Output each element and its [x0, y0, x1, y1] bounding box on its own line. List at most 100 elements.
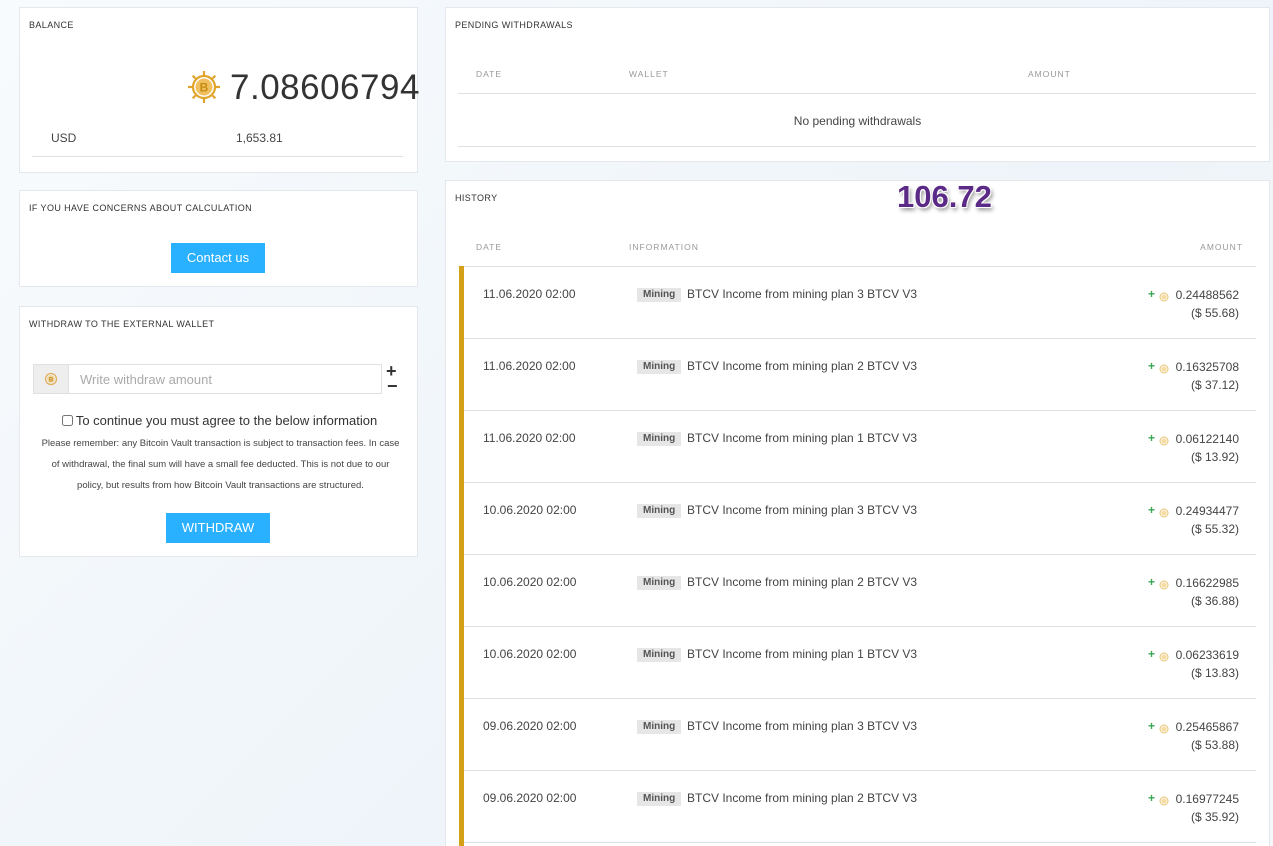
history-date: 10.06.2020 02:00	[483, 503, 577, 517]
decrease-amount-button[interactable]: −	[387, 377, 398, 395]
agree-label: To continue you must agree to the below …	[75, 413, 378, 428]
history-usd: ($ 55.68)	[1190, 306, 1239, 320]
history-row: 11.06.2020 02:00 Mining BTCV Income from m…	[464, 267, 1256, 339]
history-row: 10.06.2020 02:00 Mining BTCV Income from m…	[464, 627, 1256, 699]
balance-title: BALANCE	[29, 20, 74, 30]
bitcoin-vault-icon	[1159, 361, 1169, 379]
divider	[458, 146, 1256, 147]
bitcoin-vault-icon: B	[44, 372, 58, 386]
balance-card: BALANCE B 7.08606794 USD 1,653.81	[19, 7, 420, 173]
column-header-information: INFORMATION	[629, 242, 699, 252]
history-usd: ($ 13.92)	[1190, 450, 1239, 464]
bitcoin-vault-icon	[1159, 505, 1169, 523]
history-row: 10.06.2020 02:00 Mining BTCV Income from m…	[464, 555, 1256, 627]
plus-icon: +	[1147, 359, 1155, 373]
history-usd: ($ 13.83)	[1190, 666, 1239, 680]
mining-badge: Mining	[637, 720, 682, 734]
history-amount: 0.16977245	[1175, 792, 1239, 806]
pending-empty-message: No pending withdrawals	[793, 114, 922, 128]
divider	[458, 93, 1256, 94]
history-usd: ($ 36.88)	[1190, 594, 1239, 608]
plus-icon: +	[1147, 647, 1155, 661]
history-amount: 0.06233619	[1175, 648, 1239, 662]
bitcoin-vault-icon	[1159, 721, 1169, 739]
agree-row: To continue you must agree to the below …	[20, 413, 419, 428]
history-date: 10.06.2020 02:00	[483, 647, 577, 661]
usd-value: 1,653.81	[236, 131, 283, 145]
history-date: 09.06.2020 02:00	[483, 791, 577, 805]
agree-checkbox[interactable]	[61, 415, 73, 426]
plus-icon: +	[1147, 719, 1155, 733]
column-header-date: DATE	[476, 242, 503, 252]
withdraw-button[interactable]: WITHDRAW	[166, 513, 270, 543]
coin-addon: B	[34, 365, 69, 393]
pending-withdrawals-card: PENDING WITHDRAWALS DATE WALLET AMOUNT N…	[445, 7, 1270, 162]
contact-us-button[interactable]: Contact us	[171, 243, 265, 273]
pending-title: PENDING WITHDRAWALS	[455, 20, 573, 30]
history-info: BTCV Income from mining plan 3 BTCV V3	[687, 287, 918, 301]
history-info: BTCV Income from mining plan 3 BTCV V3	[687, 719, 918, 733]
column-header-date: DATE	[476, 69, 503, 79]
usd-label: USD	[51, 131, 77, 145]
plus-icon: +	[1147, 431, 1155, 445]
fee-notice: Please remember: any Bitcoin Vault trans…	[41, 438, 400, 491]
history-info: BTCV Income from mining plan 3 BTCV V3	[687, 503, 918, 517]
bitcoin-vault-icon	[1159, 577, 1169, 595]
history-usd: ($ 37.12)	[1190, 378, 1239, 392]
history-title: HISTORY	[455, 193, 498, 203]
withdraw-amount-input[interactable]	[70, 365, 380, 393]
bitcoin-vault-icon: B	[187, 70, 221, 104]
overlay-value: 106.72	[897, 179, 992, 214]
history-amount: 0.24934477	[1175, 504, 1239, 518]
withdraw-card: WITHDRAW TO THE EXTERNAL WALLET B + − To…	[19, 306, 418, 557]
history-date: 11.06.2020 02:00	[483, 359, 576, 373]
usd-row: USD 1,653.81	[32, 126, 403, 157]
history-info: BTCV Income from mining plan 2 BTCV V3	[687, 575, 918, 589]
balance-amount: 7.08606794	[230, 68, 420, 107]
history-info: BTCV Income from mining plan 2 BTCV V3	[687, 791, 918, 805]
concerns-title: IF YOU HAVE CONCERNS ABOUT CALCULATION	[29, 203, 253, 213]
history-row: 11.06.2020 02:00 Mining BTCV Income from m…	[464, 339, 1256, 411]
mining-badge: Mining	[637, 360, 682, 374]
bitcoin-vault-icon	[1159, 793, 1169, 811]
history-row: 11.06.2020 02:00 Mining BTCV Income from m…	[464, 411, 1256, 483]
plus-icon: +	[1147, 503, 1155, 517]
history-usd: ($ 53.88)	[1190, 738, 1239, 752]
mining-badge: Mining	[637, 432, 682, 446]
history-row: 09.06.2020 02:00 Mining BTCV Income from m…	[464, 771, 1256, 843]
history-amount: 0.06122140	[1175, 432, 1239, 446]
history-amount: 0.24488562	[1175, 288, 1239, 302]
history-date: 10.06.2020 02:00	[483, 575, 577, 589]
history-date: 11.06.2020 02:00	[483, 431, 576, 445]
column-header-amount: AMOUNT	[1028, 69, 1071, 79]
history-row: 09.06.2020 02:00 Mining BTCV Income from m…	[464, 699, 1256, 771]
mining-badge: Mining	[637, 576, 682, 590]
mining-badge: Mining	[637, 792, 682, 806]
bitcoin-vault-icon	[1159, 289, 1169, 307]
bitcoin-vault-icon	[1159, 649, 1169, 667]
history-amount: 0.16325708	[1175, 360, 1239, 374]
history-usd: ($ 55.32)	[1190, 522, 1239, 536]
plus-icon: +	[1147, 287, 1155, 301]
history-info: BTCV Income from mining plan 1 BTCV V3	[687, 431, 918, 445]
mining-badge: Mining	[637, 504, 682, 518]
withdraw-amount-group: B	[33, 364, 382, 394]
history-card: HISTORY 106.72 DATE INFORMATION AMOUNT 1…	[445, 179, 1270, 846]
concerns-card: IF YOU HAVE CONCERNS ABOUT CALCULATION C…	[19, 190, 418, 287]
mining-badge: Mining	[637, 648, 682, 662]
svg-text:B: B	[49, 377, 54, 383]
history-row: 10.06.2020 02:00 Mining BTCV Income from m…	[464, 483, 1256, 555]
svg-text:B: B	[200, 81, 209, 95]
history-date: 11.06.2020 02:00	[483, 287, 576, 301]
bitcoin-vault-icon	[1159, 433, 1169, 451]
plus-icon: +	[1147, 575, 1155, 589]
history-info: BTCV Income from mining plan 2 BTCV V3	[687, 359, 918, 373]
history-amount: 0.16622985	[1175, 576, 1239, 590]
history-date: 09.06.2020 02:00	[483, 719, 577, 733]
column-header-wallet: WALLET	[629, 69, 669, 79]
history-usd: ($ 35.92)	[1190, 810, 1239, 824]
withdraw-title: WITHDRAW TO THE EXTERNAL WALLET	[29, 319, 215, 329]
history-amount: 0.25465867	[1175, 720, 1239, 734]
mining-badge: Mining	[637, 288, 682, 302]
plus-icon: +	[1147, 791, 1155, 805]
